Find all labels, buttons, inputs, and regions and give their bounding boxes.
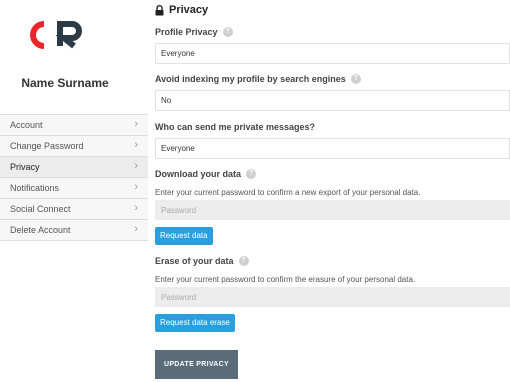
account-menu: Account › Change Password › Privacy › No… bbox=[0, 114, 148, 241]
request-data-erase-button[interactable]: Request data erase bbox=[155, 314, 235, 332]
help-icon[interactable]: ? bbox=[350, 74, 361, 84]
private-messages-label-text: Who can send me private messages? bbox=[155, 122, 316, 132]
menu-item-label: Social Connect bbox=[10, 204, 71, 214]
menu-item-label: Account bbox=[10, 120, 43, 130]
erase-data-description: Enter your current password to confirm t… bbox=[155, 275, 416, 284]
user-name: Name Surname bbox=[21, 76, 109, 90]
profile-privacy-label: Profile Privacy ? bbox=[155, 27, 233, 37]
section-title: Privacy bbox=[155, 4, 208, 16]
chevron-right-icon: › bbox=[134, 223, 138, 235]
chevron-right-icon: › bbox=[134, 202, 138, 214]
help-icon[interactable]: ? bbox=[222, 27, 233, 37]
profile-privacy-label-text: Profile Privacy bbox=[155, 27, 218, 37]
menu-item-social-connect[interactable]: Social Connect › bbox=[0, 199, 148, 220]
chevron-right-icon: › bbox=[134, 139, 138, 151]
lock-icon bbox=[155, 4, 164, 15]
avoid-indexing-label-text: Avoid indexing my profile by search engi… bbox=[155, 74, 346, 84]
sidebar: Name Surname Account › Change Password ›… bbox=[0, 0, 148, 382]
menu-item-change-password[interactable]: Change Password › bbox=[0, 136, 148, 157]
help-icon[interactable]: ? bbox=[238, 256, 249, 266]
download-data-label: Download your data ? bbox=[155, 169, 257, 179]
chevron-right-icon: › bbox=[134, 181, 138, 193]
menu-item-notifications[interactable]: Notifications › bbox=[0, 178, 148, 199]
menu-item-account[interactable]: Account › bbox=[0, 115, 148, 136]
menu-item-label: Change Password bbox=[10, 141, 84, 151]
erase-data-label-text: Erase of your data bbox=[155, 256, 234, 266]
menu-item-delete-account[interactable]: Delete Account › bbox=[0, 220, 148, 241]
menu-item-privacy[interactable]: Privacy › bbox=[0, 157, 148, 178]
private-messages-select[interactable]: Everyone bbox=[155, 138, 510, 159]
section-title-text: Privacy bbox=[169, 4, 209, 16]
request-data-button[interactable]: Request data bbox=[155, 227, 213, 245]
avoid-indexing-select[interactable]: No bbox=[155, 90, 510, 111]
erase-data-label: Erase of your data ? bbox=[155, 256, 249, 266]
chevron-right-icon: › bbox=[134, 160, 138, 172]
private-messages-label: Who can send me private messages? bbox=[155, 122, 315, 132]
download-data-description: Enter your current password to confirm a… bbox=[155, 188, 421, 197]
erase-password-input[interactable] bbox=[155, 287, 510, 307]
update-privacy-button[interactable]: UPDATE PRIVACY bbox=[155, 350, 238, 379]
download-password-input[interactable] bbox=[155, 200, 510, 220]
brand-logo bbox=[30, 21, 82, 49]
menu-item-label: Privacy bbox=[10, 162, 40, 172]
menu-item-label: Delete Account bbox=[10, 225, 71, 235]
profile-privacy-select[interactable]: Everyone bbox=[155, 43, 510, 64]
avoid-indexing-label: Avoid indexing my profile by search engi… bbox=[155, 74, 361, 84]
download-data-label-text: Download your data bbox=[155, 169, 242, 179]
chevron-right-icon: › bbox=[134, 118, 138, 130]
menu-item-label: Notifications bbox=[10, 183, 60, 193]
help-icon[interactable]: ? bbox=[246, 169, 257, 179]
